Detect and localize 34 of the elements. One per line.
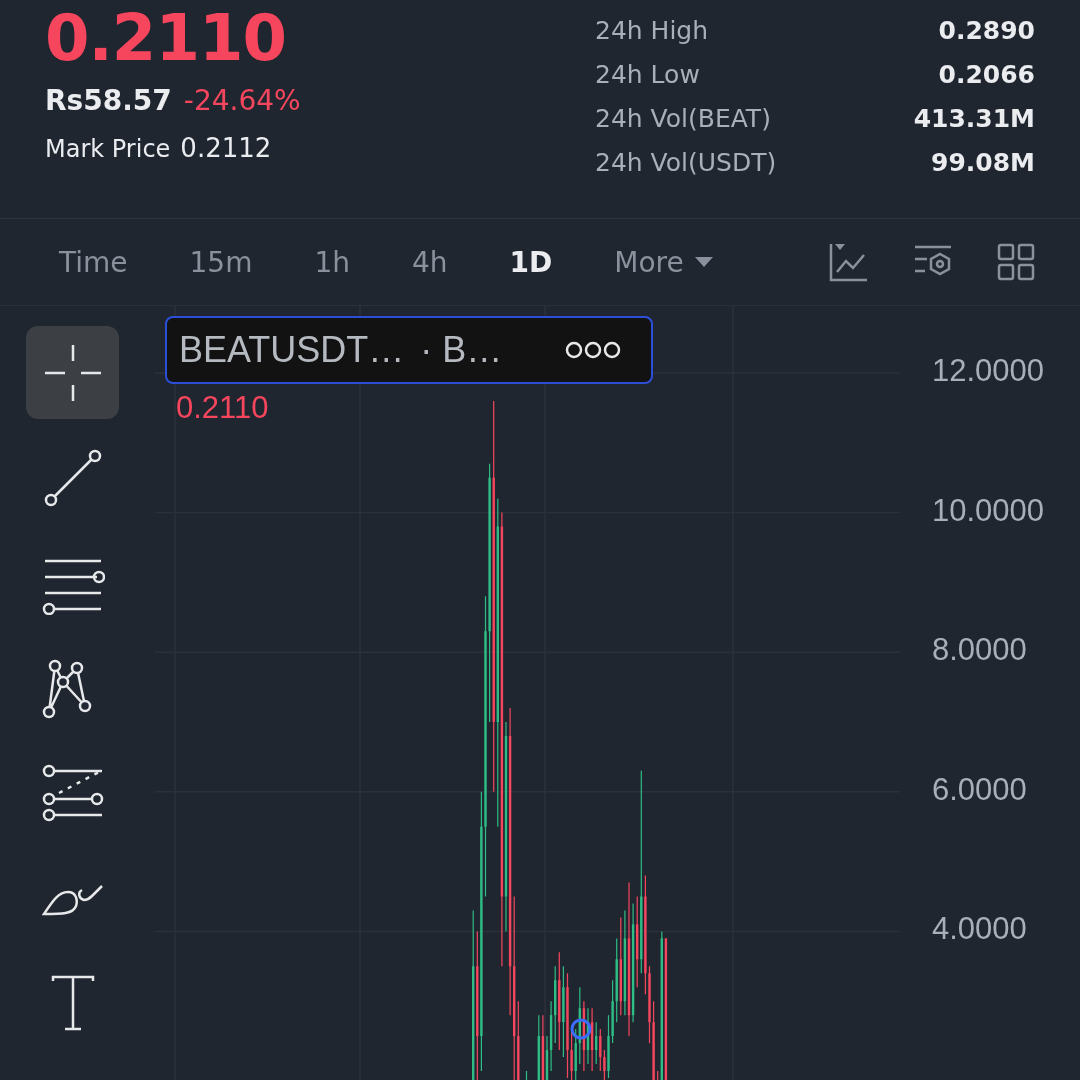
- stat-value: 0.2066: [938, 59, 1035, 89]
- y-axis-label: 12.0000: [932, 353, 1045, 389]
- more-options-icon[interactable]: [565, 341, 621, 359]
- y-axis-label: 6.0000: [932, 771, 1027, 808]
- timeframe-tab[interactable]: Time: [59, 245, 128, 279]
- y-axis-label: 8.0000: [932, 632, 1027, 669]
- legend-interval: · B…: [420, 329, 503, 371]
- symbol-legend[interactable]: BEATUSDT… · B…: [165, 316, 653, 384]
- timeframe-tab[interactable]: 1h: [314, 245, 350, 279]
- stat-label: 24h Low: [595, 59, 700, 89]
- timeframe-tab[interactable]: 15m: [189, 245, 253, 279]
- stat-label: 24h Vol(USDT): [595, 147, 777, 177]
- stat-value: 413.31M: [913, 103, 1035, 133]
- marker-circle-icon[interactable]: [570, 1018, 592, 1040]
- mark-price-value: 0.2112: [180, 133, 272, 163]
- mark-price-label: Mark Price: [45, 135, 171, 163]
- stat-value: 0.2890: [938, 15, 1035, 45]
- legend-symbol: BEATUSDT…: [179, 329, 405, 371]
- caret-icon[interactable]: [693, 256, 714, 268]
- layout-grid-icon[interactable]: [997, 243, 1035, 281]
- timeframe-tab[interactable]: 4h: [412, 245, 448, 279]
- stat-value: 99.08M: [931, 147, 1035, 177]
- y-axis-label: 10.0000: [932, 492, 1045, 529]
- timeframe-tab[interactable]: 1D: [509, 245, 553, 279]
- last-price: 0.2110: [45, 0, 287, 76]
- candle: [525, 1070, 528, 1080]
- stat-label: 24h Vol(BEAT): [595, 103, 771, 133]
- y-axis-label: 4.0000: [932, 911, 1027, 948]
- stat-label: 24h High: [595, 15, 709, 45]
- last-price-label: 0.2110: [176, 390, 269, 426]
- local-price: Rs58.57: [45, 84, 172, 117]
- price-change: -24.64%: [183, 84, 301, 117]
- more-dropdown[interactable]: More: [614, 245, 714, 279]
- indicator-chart-icon[interactable]: [829, 242, 869, 282]
